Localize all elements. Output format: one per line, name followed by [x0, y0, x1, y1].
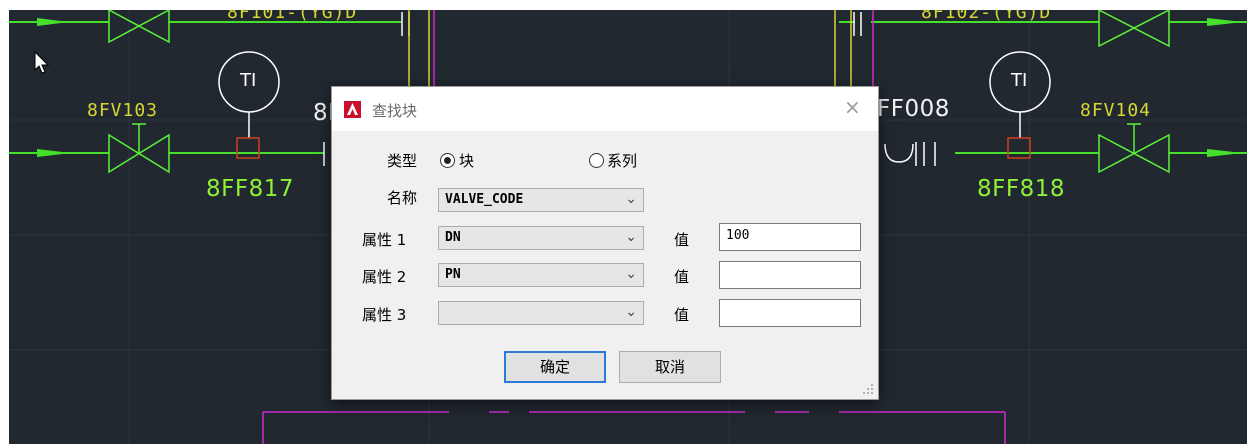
- attr3-value-label: 值: [674, 306, 690, 324]
- ok-button[interactable]: 确定: [504, 351, 606, 383]
- attr1-dropdown[interactable]: DN ⌄: [438, 226, 644, 250]
- valve-tag-right: 8FV104: [1080, 100, 1152, 121]
- attr2-value-label: 值: [674, 268, 690, 286]
- chevron-down-icon: ⌄: [625, 304, 637, 320]
- attr1-label: 属性 1: [362, 231, 407, 249]
- name-dropdown[interactable]: VALVE_CODE ⌄: [438, 188, 644, 212]
- line-tag-partial-right: FF008: [877, 96, 950, 122]
- attr2-label: 属性 2: [362, 268, 407, 286]
- valve-tag-left: 8FV103: [87, 100, 159, 121]
- attr3-label: 属性 3: [362, 306, 407, 324]
- instrument-label-right: TI: [1011, 70, 1028, 91]
- radio-block-label[interactable]: 块: [459, 150, 474, 171]
- chevron-down-icon: ⌄: [625, 266, 637, 282]
- attr2-dropdown-value: PN: [445, 267, 461, 282]
- attr2-value-input[interactable]: [719, 261, 861, 289]
- mouse-cursor-icon: [34, 51, 50, 74]
- attr3-value-input[interactable]: [719, 299, 861, 327]
- attr3-dropdown[interactable]: ⌄: [438, 301, 644, 325]
- radio-series[interactable]: [589, 153, 604, 168]
- chevron-down-icon: ⌄: [625, 229, 637, 245]
- find-block-dialog: 查找块 × 类型 块 系列 名称 VALVE_CODE ⌄ 属性 1 DN ⌄ …: [331, 86, 879, 400]
- line-tag-right: 8FF818: [977, 176, 1065, 202]
- attr1-value-label: 值: [674, 231, 690, 249]
- instrument-label-left: TI: [240, 70, 257, 91]
- dialog-titlebar[interactable]: 查找块 ×: [332, 87, 878, 131]
- line-tag-left: 8FF817: [206, 176, 294, 202]
- radio-series-label[interactable]: 系列: [607, 150, 637, 171]
- type-label: 类型: [387, 152, 418, 170]
- name-dropdown-value: VALVE_CODE: [445, 192, 524, 207]
- autocad-logo-icon: [344, 101, 361, 118]
- attr1-value-input[interactable]: 100: [719, 223, 861, 251]
- radio-block[interactable]: [440, 153, 455, 168]
- close-icon[interactable]: ×: [844, 95, 861, 119]
- line-label-top-left: 8F101-(YG)D: [227, 10, 358, 23]
- dialog-title: 查找块: [372, 102, 418, 120]
- name-label: 名称: [387, 189, 418, 207]
- chevron-down-icon: ⌄: [625, 191, 637, 207]
- cancel-button[interactable]: 取消: [619, 351, 721, 383]
- attr2-dropdown[interactable]: PN ⌄: [438, 263, 644, 287]
- line-label-top-right: 8F102-(YG)D: [921, 10, 1052, 23]
- resize-grip-icon[interactable]: [862, 383, 874, 395]
- attr1-dropdown-value: DN: [445, 230, 461, 245]
